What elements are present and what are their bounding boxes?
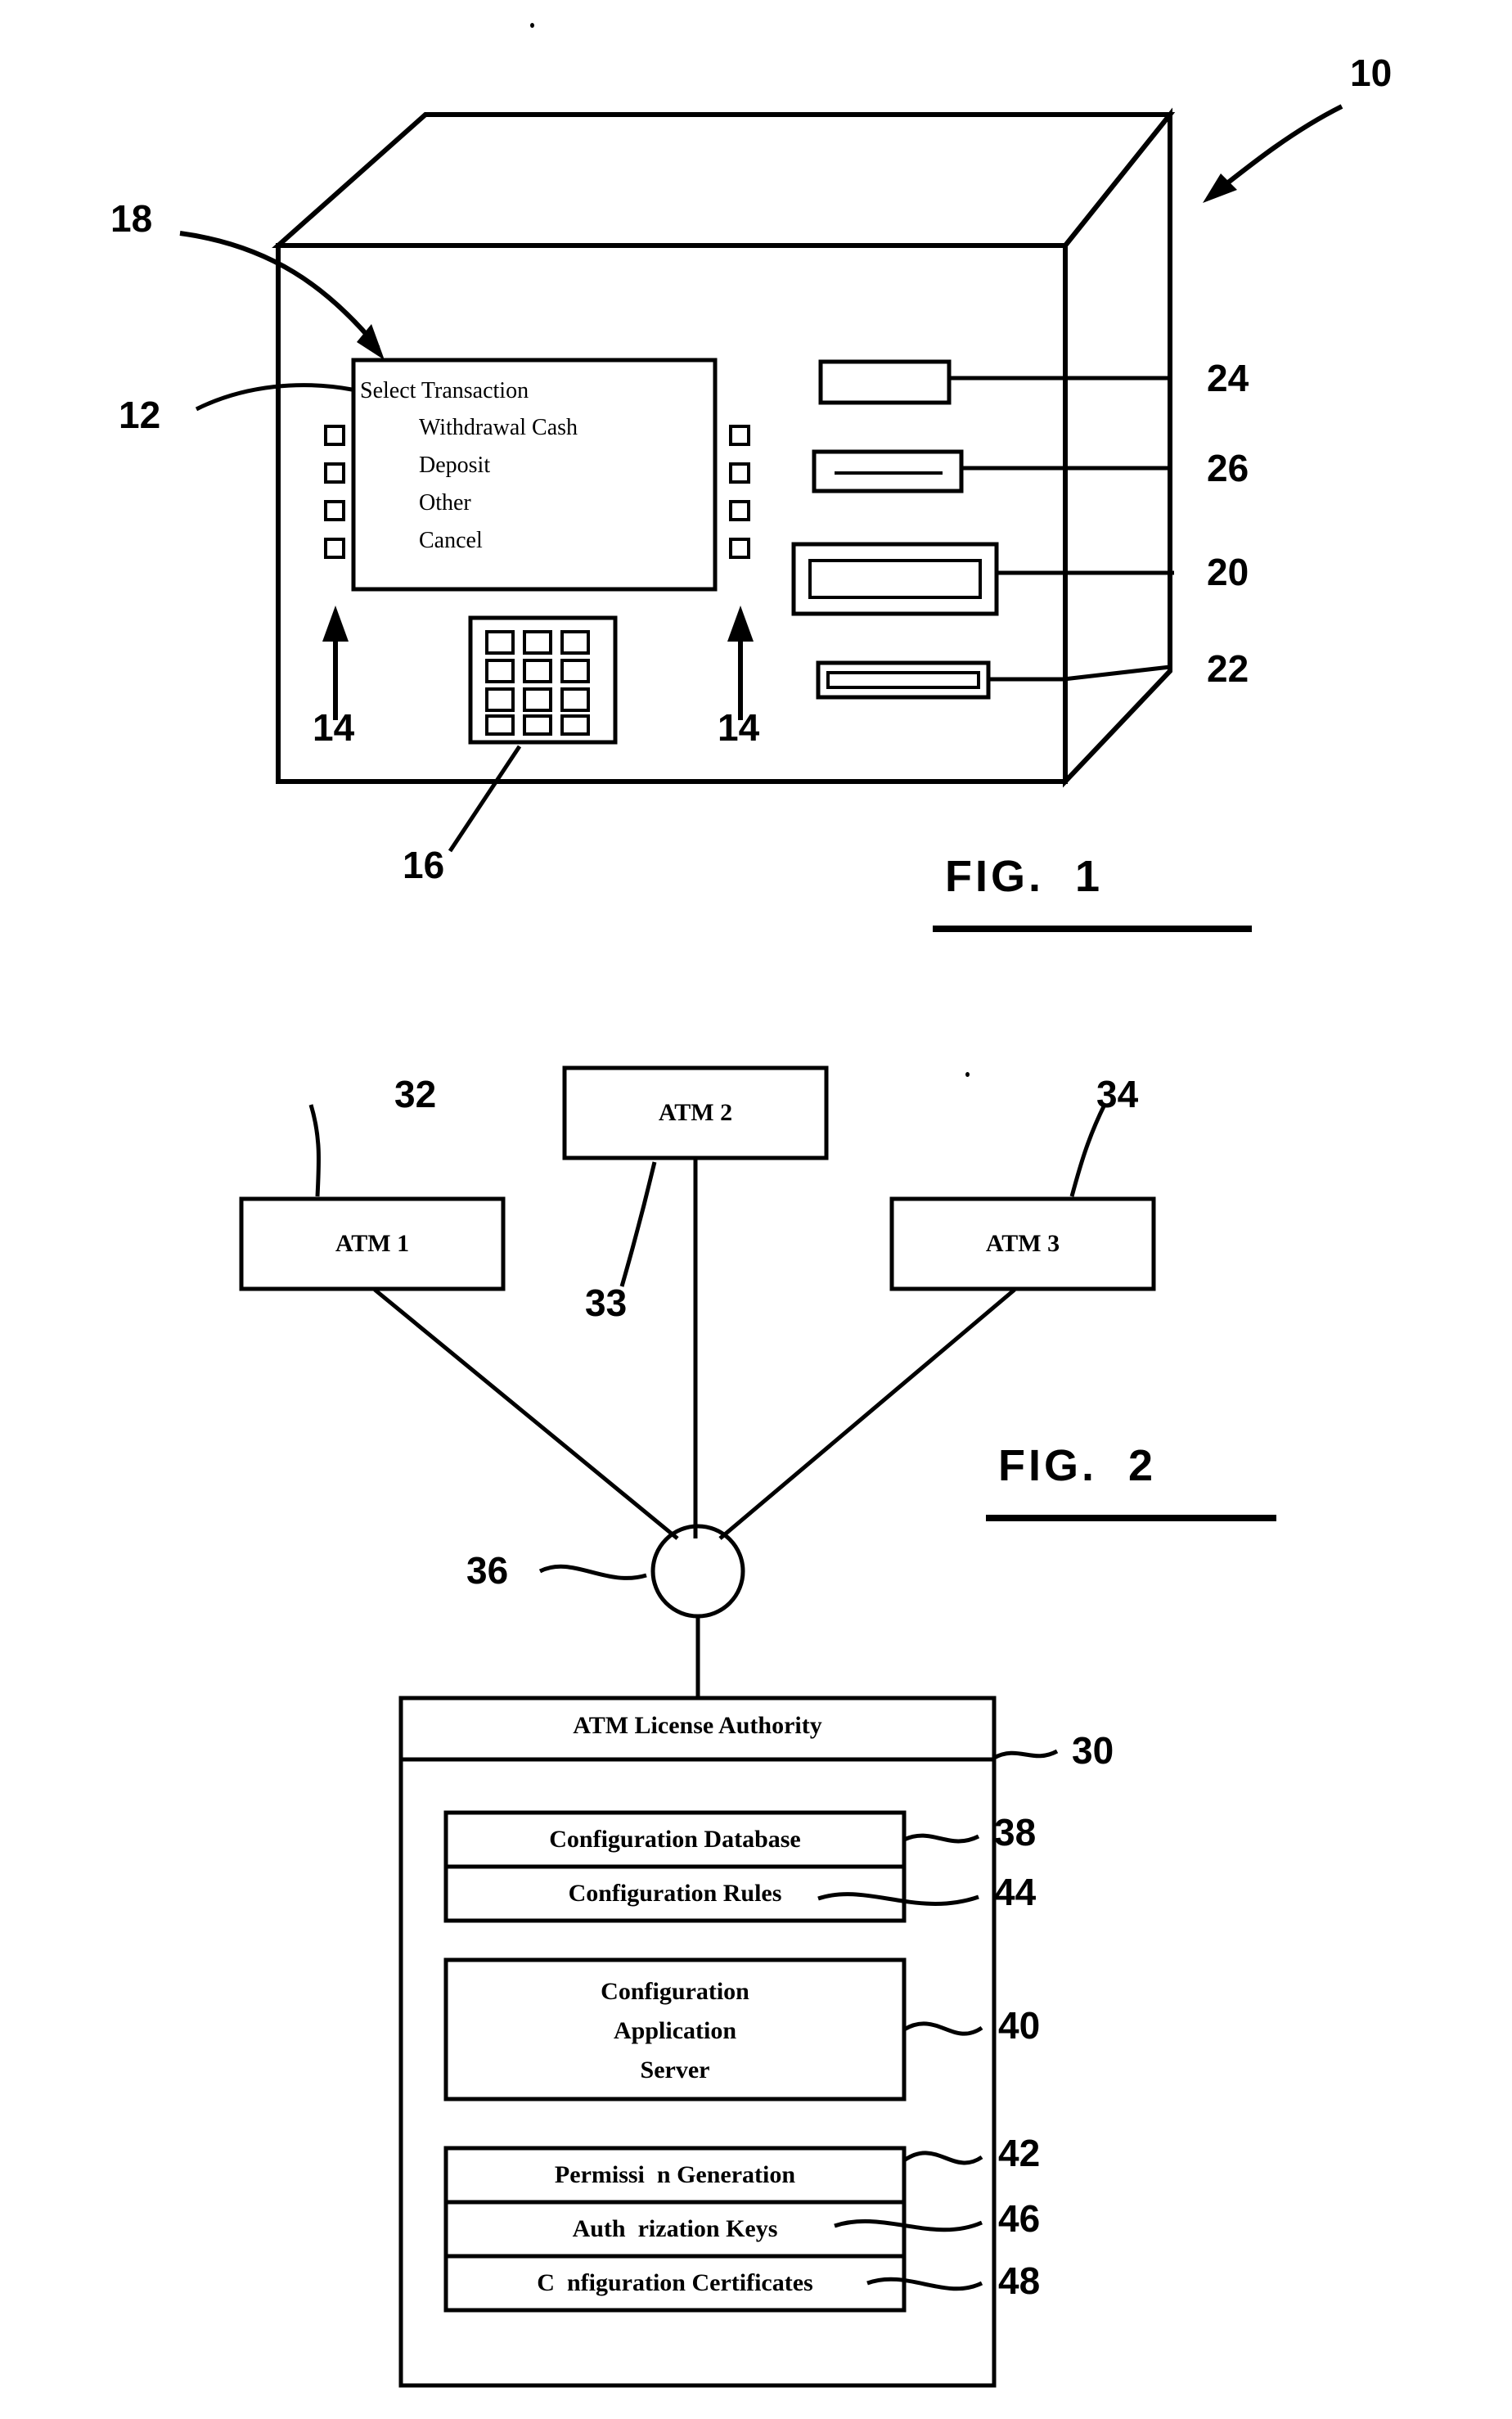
leader-32: [308, 1104, 322, 1197]
numeral-18: 18: [110, 197, 153, 240]
node-certs-label: C nfiguration Certificates: [537, 2269, 813, 2296]
numeral-16: 16: [403, 844, 445, 886]
leader-38: [902, 1833, 980, 1844]
link-atm3-hub: [718, 1288, 1016, 1540]
node-appserver-label: Configuration Application Server: [601, 1978, 749, 2083]
left-function-keys: [324, 425, 345, 559]
right-function-keys: [729, 425, 750, 559]
numeral-12: 12: [119, 394, 161, 436]
leader-42: [902, 2151, 983, 2165]
screen-option-3[interactable]: Cancel: [419, 528, 483, 554]
numeral-44: 44: [994, 1871, 1037, 1913]
leader-10: [1203, 104, 1343, 203]
numeral-48: 48: [998, 2259, 1041, 2302]
numeral-46: 46: [998, 2197, 1041, 2240]
leader-22: [988, 664, 1171, 682]
keypad: [468, 615, 618, 745]
leader-18: [179, 231, 385, 360]
node-atm3-label: ATM 3: [985, 1230, 1060, 1257]
screen-option-1[interactable]: Deposit: [419, 453, 490, 479]
leader-33: [619, 1161, 657, 1287]
node-permission-label: Permissi n Generation: [554, 2161, 796, 2188]
leader-34: [1069, 1103, 1107, 1197]
numeral-26: 26: [1207, 447, 1249, 489]
leader-30: [992, 1749, 1059, 1760]
node-configrules-label: Configuration Rules: [568, 1880, 782, 1907]
node-atm1-label: ATM 1: [335, 1230, 410, 1257]
node-configdb-label: Configuration Database: [549, 1826, 801, 1853]
numeral-38: 38: [994, 1811, 1037, 1854]
numeral-24: 24: [1207, 357, 1249, 399]
fig1-caption: FIG. 1: [945, 852, 1104, 901]
leader-12: [195, 383, 353, 412]
fig2-caption: FIG. 2: [998, 1441, 1157, 1490]
leader-16: [448, 745, 522, 853]
leader-40: [902, 2021, 983, 2036]
card-reader: [812, 449, 964, 493]
artifact-speck: [530, 23, 534, 28]
screen-option-0[interactable]: Withdrawal Cash: [419, 415, 578, 441]
patent-drawing-page: Select Transaction Withdrawal Cash Depos…: [0, 0, 1512, 2419]
numeral-42: 42: [998, 2132, 1041, 2174]
numeral-36: 36: [466, 1549, 509, 1592]
atm-cabinet: [272, 107, 1176, 788]
numeral-33: 33: [585, 1282, 628, 1324]
screen-option-2[interactable]: Other: [419, 490, 471, 516]
numeral-40: 40: [998, 2004, 1041, 2047]
node-authkeys-label: Auth rization Keys: [572, 2215, 778, 2242]
numeral-14-left: 14: [313, 706, 355, 749]
numeral-32: 32: [394, 1073, 437, 1115]
node-authority-label: ATM License Authority: [573, 1712, 822, 1739]
screen-header: Select Transaction: [360, 378, 529, 403]
leader-36: [538, 1564, 647, 1580]
artifact-speck-2: [965, 1072, 970, 1077]
numeral-30: 30: [1072, 1729, 1114, 1772]
deposit-slot: [816, 660, 991, 700]
leader-14-right: [727, 606, 754, 720]
numeral-34: 34: [1096, 1073, 1139, 1115]
leader-14-left: [322, 606, 349, 720]
cash-dispenser: [791, 542, 999, 616]
link-atm1-hub: [373, 1288, 679, 1540]
numeral-20: 20: [1207, 551, 1249, 593]
numeral-10: 10: [1350, 52, 1393, 94]
receipt-slot: [818, 359, 952, 405]
node-hub: [650, 1524, 745, 1619]
numeral-14-right: 14: [718, 706, 760, 749]
node-atm2-label: ATM 2: [658, 1099, 733, 1126]
numeral-22: 22: [1207, 647, 1249, 690]
